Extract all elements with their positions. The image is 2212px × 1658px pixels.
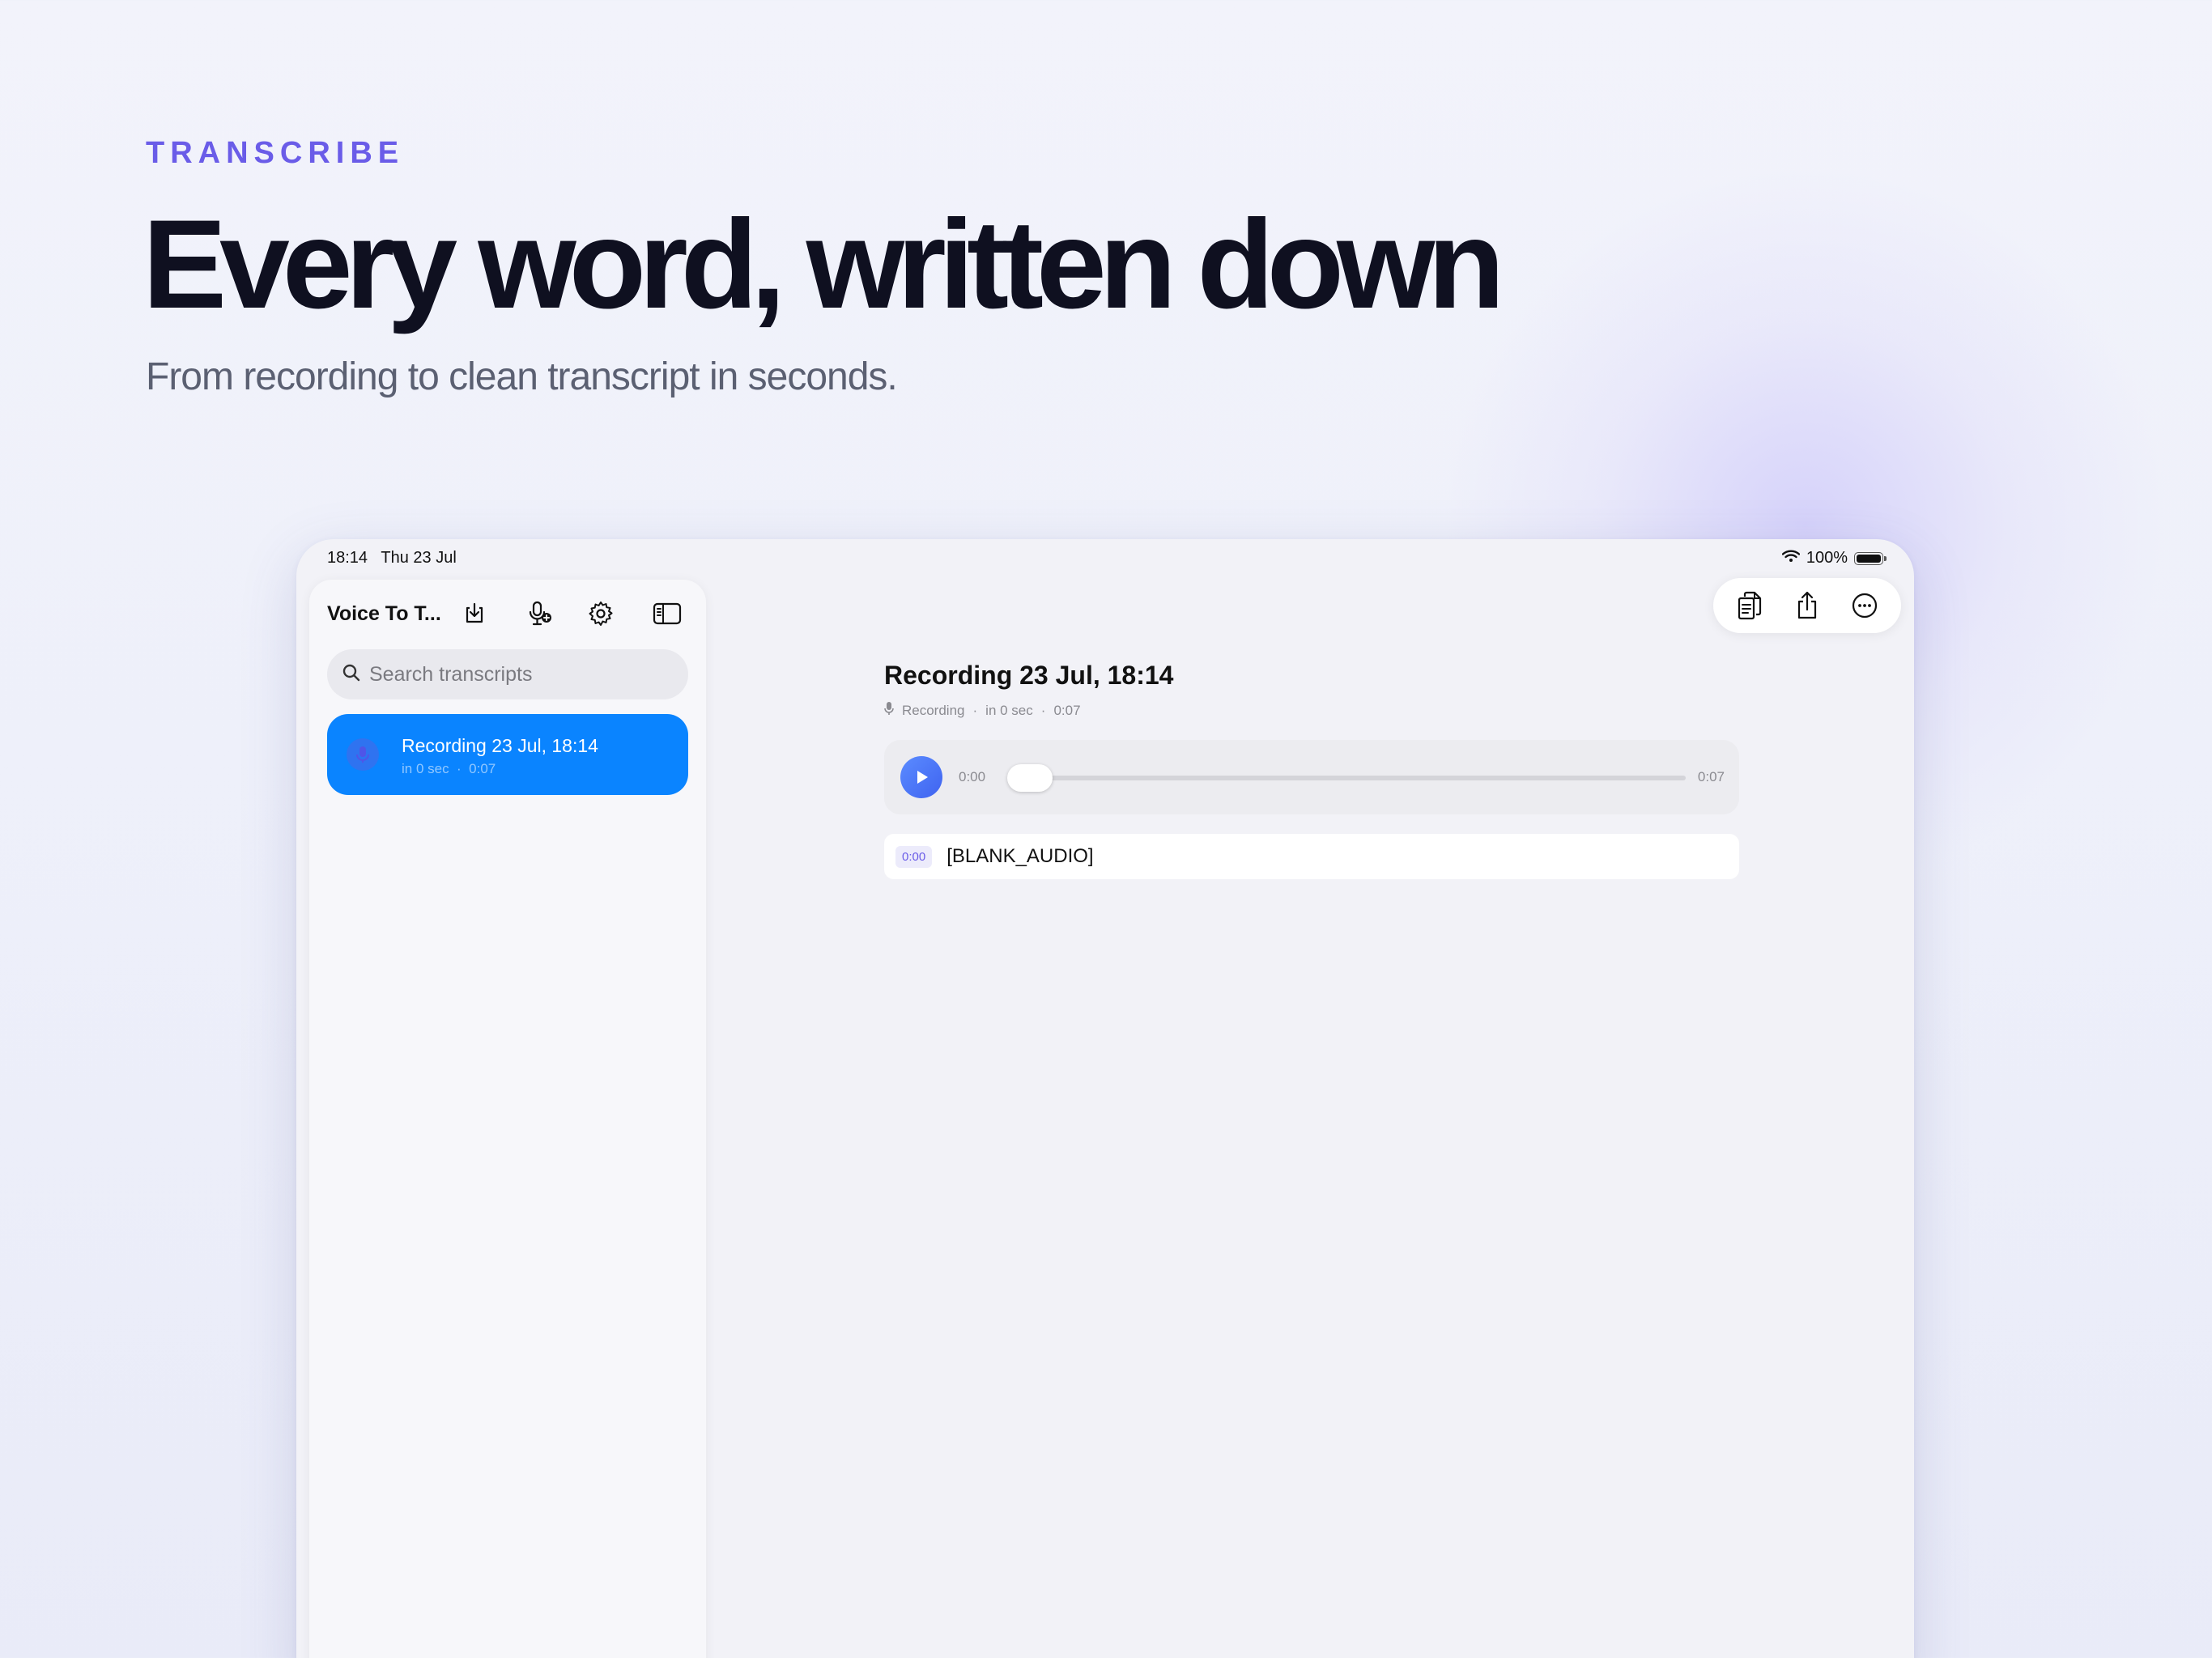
battery-percent: 100% (1806, 549, 1848, 567)
scrubber-track[interactable] (1014, 776, 1686, 780)
meta-separator: · (1040, 702, 1046, 718)
ellipsis-circle-icon[interactable] (1842, 583, 1887, 628)
play-icon (917, 771, 928, 784)
audio-player: 0:00 0:07 (884, 740, 1739, 814)
meta-kind: Recording (902, 702, 965, 718)
sidebar: Voice To T... Recording 23 Jul, 18:14 in (309, 580, 706, 1658)
sidebar-icon[interactable] (648, 594, 687, 633)
search-field[interactable] (327, 649, 688, 699)
gear-icon[interactable] (581, 594, 620, 633)
share-icon[interactable] (1784, 583, 1830, 628)
transcript-segment[interactable]: 0:00 [BLANK_AUDIO] (884, 834, 1739, 879)
meta-separator: · (457, 761, 462, 776)
wifi-icon (1781, 549, 1801, 568)
list-item-ago: in 0 sec (402, 761, 449, 776)
meta-duration: 0:07 (1053, 702, 1081, 718)
scrubber-thumb[interactable] (1007, 764, 1053, 792)
page-subheadline: From recording to clean transcript in se… (146, 355, 898, 398)
sidebar-title: Voice To T... (327, 602, 441, 625)
status-date: Thu 23 Jul (381, 549, 457, 567)
status-bar-right: 100% (1781, 549, 1887, 568)
mic-icon (347, 738, 379, 771)
list-item-recording[interactable]: Recording 23 Jul, 18:14 in 0 sec · 0:07 (327, 714, 688, 795)
battery-icon (1854, 551, 1887, 565)
list-item-title: Recording 23 Jul, 18:14 (402, 735, 598, 756)
mic-plus-icon[interactable] (520, 594, 559, 633)
recording-title: Recording 23 Jul, 18:14 (884, 661, 1174, 690)
segment-text: [BLANK_AUDIO] (946, 845, 1094, 867)
search-icon (342, 663, 361, 687)
detail-toolbar (1713, 578, 1901, 633)
page-headline: Every word, written down (143, 194, 1505, 335)
player-total-time: 0:07 (1697, 769, 1725, 784)
meta-separator: · (972, 702, 978, 718)
tablet-screen: 18:14 Thu 23 Jul 100% Voice To T... Sear… (296, 539, 1914, 1658)
list-item-duration: 0:07 (469, 761, 496, 776)
status-time: 18:14 (327, 549, 368, 567)
search-input[interactable] (369, 662, 677, 687)
copy-icon[interactable] (1727, 583, 1772, 628)
meta-ago: in 0 sec (985, 702, 1033, 718)
eyebrow-label: TRANSCRIBE (146, 136, 405, 170)
mic-icon (884, 701, 894, 720)
status-bar-datetime: 18:14 Thu 23 Jul (327, 549, 457, 568)
player-current-time: 0:00 (959, 769, 986, 784)
segment-timestamp[interactable]: 0:00 (895, 845, 933, 868)
play-button[interactable] (900, 756, 942, 798)
list-item-meta: in 0 sec · 0:07 (402, 761, 496, 777)
recording-meta: Recording · in 0 sec · 0:07 (884, 701, 1081, 720)
download-tray-icon[interactable] (455, 594, 494, 633)
